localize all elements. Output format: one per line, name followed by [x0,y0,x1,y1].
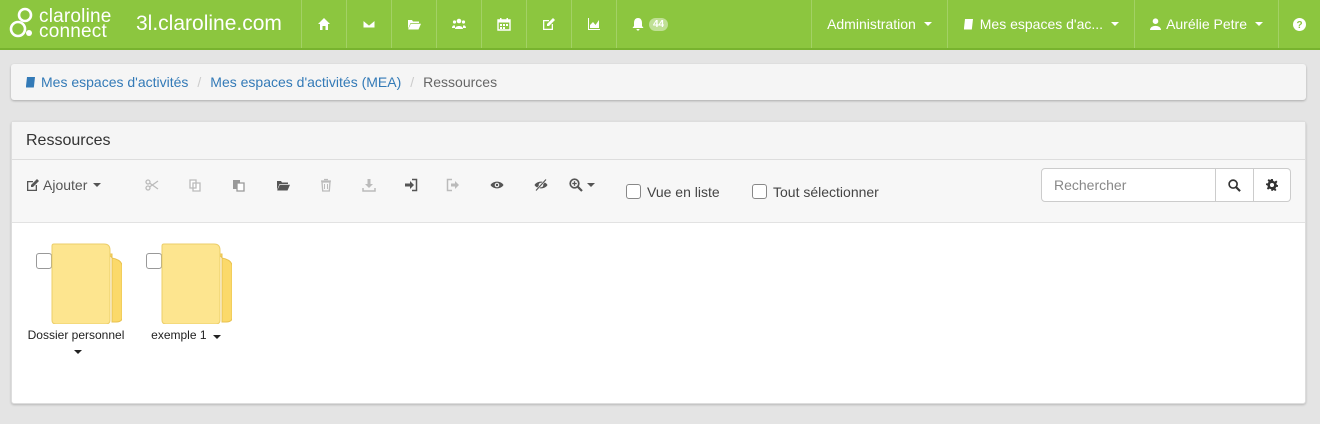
breadcrumb-mea[interactable]: Mes espaces d'activités (MEA) [210,74,401,90]
edit-icon [543,18,555,30]
nav-messages[interactable] [346,0,391,48]
select-all-toggle[interactable]: Tout sélectionner [752,160,879,223]
calendar-icon [497,18,511,31]
open-folder-button[interactable] [263,160,303,210]
question-circle-icon: ? [1293,17,1306,31]
resources-panel: Ressources Ajouter Vue en liste Tout sél… [11,121,1306,404]
svg-text:?: ? [1296,20,1302,31]
add-label: Ajouter [43,177,88,193]
chevron-down-icon [587,183,595,187]
chevron-down-icon [93,183,102,187]
workspaces-label: Mes espaces d'ac... [979,16,1104,32]
nav-agenda[interactable] [481,0,526,48]
book-icon [963,19,973,30]
user-menu[interactable]: Aurélie Petre [1134,0,1278,48]
import-button[interactable] [391,160,431,210]
nav-notifications[interactable]: 44 [616,0,734,48]
claroline-logo-icon [9,7,33,38]
copy-button[interactable] [175,160,215,210]
settings-button[interactable] [1254,168,1291,202]
copy-icon [189,179,201,192]
list-view-toggle[interactable]: Vue en liste [626,160,720,223]
edit-icon [27,179,39,191]
folder-open-icon [277,181,290,191]
chevron-down-icon[interactable] [212,335,221,339]
user-name: Aurélie Petre [1166,16,1247,32]
home-icon [318,18,330,30]
download-icon [362,179,376,192]
nav-resources[interactable] [391,0,436,48]
sign-in-icon [405,178,418,192]
unpublish-button[interactable] [521,160,561,210]
nav-analytics[interactable] [571,0,616,48]
brand[interactable]: claroline connect [0,0,128,48]
administration-label: Administration [827,16,916,32]
envelope-icon [362,19,376,29]
scissors-icon [145,179,159,191]
breadcrumb-current: Ressources [423,74,498,90]
eye-slash-icon [534,178,548,192]
breadcrumb-separator: / [410,74,415,90]
resource-name[interactable]: exemple 1 [132,328,240,343]
delete-button[interactable] [306,160,346,210]
sign-out-icon [446,178,459,192]
top-navbar: claroline connect 3l.claroline.com 44 Ad… [0,0,1320,50]
notifications-badge: 44 [649,17,669,31]
cut-button[interactable] [132,160,172,210]
book-icon [26,77,35,88]
search-group [1041,168,1291,202]
chevron-down-icon [1111,22,1120,26]
search-button[interactable] [1216,168,1254,202]
users-icon [452,18,466,29]
zoom-button[interactable] [562,160,602,210]
select-all-label: Tout sélectionner [773,183,879,200]
brand-text: claroline connect [39,7,112,42]
resource-name[interactable]: Dossier personnel [22,328,130,358]
add-button[interactable]: Ajouter [26,160,102,210]
nav-users[interactable] [436,0,481,48]
export-button[interactable] [433,160,473,210]
administration-menu[interactable]: Administration [811,0,947,48]
trash-icon [321,178,331,192]
paste-icon [233,180,245,192]
chart-area-icon [588,18,600,30]
brand-line2: connect [39,21,107,42]
folder-icon [161,243,232,324]
nav-edit[interactable] [526,0,571,48]
search-icon [1228,178,1241,192]
breadcrumb: Mes espaces d'activités / Mes espaces d'… [11,64,1306,100]
breadcrumb-separator: / [197,74,202,90]
zoom-in-icon [569,178,583,192]
gear-icon [1266,179,1278,191]
select-all-checkbox[interactable] [752,184,767,199]
publish-button[interactable] [477,160,517,210]
paste-button[interactable] [219,160,259,210]
download-button[interactable] [349,160,389,210]
chevron-down-icon [1255,22,1263,26]
search-input[interactable] [1041,168,1216,202]
workspaces-menu[interactable]: Mes espaces d'ac... [946,0,1134,48]
chevron-down-icon [923,22,932,26]
nav-home[interactable] [301,0,346,48]
breadcrumb-workspaces-label: Mes espaces d'activités [41,74,189,90]
list-view-label: Vue en liste [647,183,720,200]
help-button[interactable]: ? [1278,0,1320,48]
bell-icon [632,18,644,31]
folder-open-icon [408,20,421,30]
folder-icon [51,243,122,324]
breadcrumb-workspaces[interactable]: Mes espaces d'activités [25,74,188,90]
eye-icon [490,181,504,189]
site-name[interactable]: 3l.claroline.com [128,0,301,48]
user-icon [1150,18,1162,30]
resource-toolbar: Ajouter Vue en liste Tout sélectionner R… [12,160,1305,223]
chevron-down-icon[interactable] [73,350,82,354]
list-view-checkbox[interactable] [626,184,641,199]
panel-title: Ressources [12,122,1305,160]
